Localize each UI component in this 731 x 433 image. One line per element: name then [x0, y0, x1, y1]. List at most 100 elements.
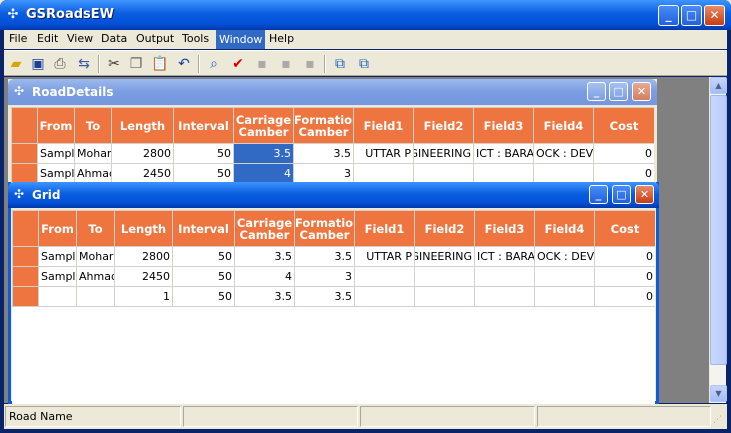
column-header[interactable]: Cost [594, 210, 655, 247]
scroll-down-arrow-icon[interactable]: ▼ [710, 385, 727, 402]
table-cell[interactable]: 2450 [114, 266, 173, 287]
table-cell[interactable]: 3.5 [234, 246, 295, 267]
table-cell[interactable]: 50 [172, 286, 235, 307]
table-cell[interactable]: Ahmad [74, 163, 112, 184]
table-row[interactable]: Sampl Mohar 2800 50 3.5 3.5 UTTAR P GINE… [12, 246, 655, 267]
menu-view[interactable]: View [67, 32, 93, 45]
grid-window[interactable]: ✣ Grid _ □ ✕ From To Length Interval Car… [8, 182, 659, 404]
paste-icon[interactable]: 📋 [150, 54, 170, 74]
table-row[interactable]: Sampl Mohar 2800 50 3.5 3.5 UTTAR P GINE… [11, 143, 654, 164]
column-header[interactable]: Carriage Camber [234, 210, 295, 247]
table-cell[interactable]: Ahmad [76, 266, 115, 287]
table-cell[interactable] [354, 266, 415, 287]
print-icon[interactable]: ⎙ [50, 54, 70, 74]
row-header-corner[interactable] [11, 107, 38, 144]
table-cell[interactable]: 4 [234, 266, 295, 287]
check-icon[interactable]: ✔ [228, 54, 248, 74]
table-cell[interactable] [414, 266, 475, 287]
table-row[interactable]: Sampl Ahmad 2450 50 4 3 0 [12, 266, 655, 287]
column-header[interactable]: Field4 [533, 107, 594, 144]
column-header[interactable]: Formation Camber [293, 107, 354, 144]
table-cell[interactable]: 4 [233, 163, 294, 184]
column-header[interactable]: Field1 [354, 210, 415, 247]
table-cell[interactable]: 1 [114, 286, 173, 307]
table-cell[interactable]: OCK : DEV [534, 246, 595, 267]
table-cell[interactable] [534, 286, 595, 307]
minimize-button[interactable]: _ [587, 82, 606, 101]
column-header[interactable]: From [37, 107, 75, 144]
column-header[interactable]: To [76, 210, 115, 247]
table-cell[interactable]: Mohar [74, 143, 112, 164]
close-button[interactable]: ✕ [632, 82, 651, 101]
transfer-icon[interactable]: ⇆ [74, 54, 94, 74]
table-cell[interactable]: 50 [173, 143, 234, 164]
table-cell[interactable]: OCK : DEV [533, 143, 594, 164]
close-button[interactable]: ✕ [635, 185, 654, 204]
column-header[interactable]: Field1 [353, 107, 414, 144]
table-cell[interactable]: Sampl [38, 246, 77, 267]
table-cell[interactable]: 50 [172, 246, 235, 267]
column-header[interactable]: Field2 [414, 210, 475, 247]
menu-file[interactable]: File [9, 32, 27, 45]
table-cell[interactable]: Sampl [38, 266, 77, 287]
blank-icon-2[interactable]: ▪ [276, 54, 296, 74]
table-cell[interactable]: 3.5 [233, 143, 294, 164]
table-cell[interactable]: 3 [293, 163, 354, 184]
table-cell[interactable]: 3.5 [293, 143, 354, 164]
table-cell[interactable]: 50 [173, 163, 234, 184]
table-cell[interactable]: 0 [594, 286, 655, 307]
vertical-scrollbar[interactable]: ▲ ▼ [709, 77, 727, 403]
column-header[interactable]: Formation Camber [294, 210, 355, 247]
table-cell[interactable]: 3.5 [234, 286, 295, 307]
table-cell[interactable] [534, 266, 595, 287]
table-cell[interactable]: Sampl [37, 143, 75, 164]
row-header[interactable] [12, 286, 39, 307]
table-cell[interactable] [38, 286, 77, 307]
minimize-button[interactable]: _ [589, 185, 608, 204]
road-details-grid[interactable]: From To Length Interval Carriage Camber … [11, 107, 654, 187]
row-header[interactable] [11, 163, 38, 184]
table-cell[interactable] [413, 163, 474, 184]
column-header[interactable]: Interval [173, 107, 234, 144]
table-cell[interactable]: 0 [593, 163, 654, 184]
table-cell[interactable]: Mohar [76, 246, 115, 267]
table-cell[interactable] [533, 163, 594, 184]
table-cell[interactable]: ICT : BARA [474, 246, 535, 267]
menu-window[interactable]: Window [216, 30, 266, 49]
cascade-icon[interactable]: ⧉ [354, 54, 374, 74]
menu-tools[interactable]: Tools [182, 32, 209, 45]
minimize-button[interactable]: _ [658, 5, 679, 26]
copy-icon[interactable]: ❐ [126, 54, 146, 74]
tile-icon[interactable]: ⧉ [330, 54, 350, 74]
column-header[interactable]: Field3 [473, 107, 534, 144]
column-header[interactable]: Field4 [534, 210, 595, 247]
maximize-button[interactable]: □ [681, 5, 702, 26]
column-header[interactable]: Cost [593, 107, 654, 144]
title-bar[interactable]: ✣ GSRoadsEW _ □ ✕ [0, 0, 731, 30]
scroll-thumb[interactable] [710, 95, 727, 365]
table-cell[interactable]: 0 [593, 143, 654, 164]
table-cell[interactable]: 50 [172, 266, 235, 287]
table-cell[interactable] [473, 163, 534, 184]
scroll-up-arrow-icon[interactable]: ▲ [710, 77, 727, 94]
table-cell[interactable]: UTTAR P [353, 143, 414, 164]
cut-icon[interactable]: ✂ [104, 54, 124, 74]
table-cell[interactable] [353, 163, 414, 184]
table-cell[interactable]: 3.5 [294, 246, 355, 267]
resize-grip-icon[interactable]: ⋰ [713, 415, 725, 427]
table-cell[interactable]: GINEERING [414, 246, 475, 267]
row-header[interactable] [12, 246, 39, 267]
column-header[interactable]: Carriage Camber [233, 107, 294, 144]
table-row[interactable]: Sampl Ahmad 2450 50 4 3 0 [11, 163, 654, 184]
table-cell[interactable]: GINEERING [413, 143, 474, 164]
blank-icon-1[interactable]: ▪ [252, 54, 272, 74]
find-icon[interactable]: ⌕ [204, 54, 224, 74]
road-details-title-bar[interactable]: ✣ RoadDetails _ □ ✕ [8, 79, 657, 105]
table-cell[interactable]: 2800 [114, 246, 173, 267]
column-header[interactable]: Length [111, 107, 174, 144]
table-cell[interactable] [354, 286, 415, 307]
maximize-button[interactable]: □ [609, 82, 628, 101]
open-icon[interactable]: ▰ [6, 54, 26, 74]
menu-help[interactable]: Help [269, 32, 294, 45]
row-header[interactable] [11, 143, 38, 164]
